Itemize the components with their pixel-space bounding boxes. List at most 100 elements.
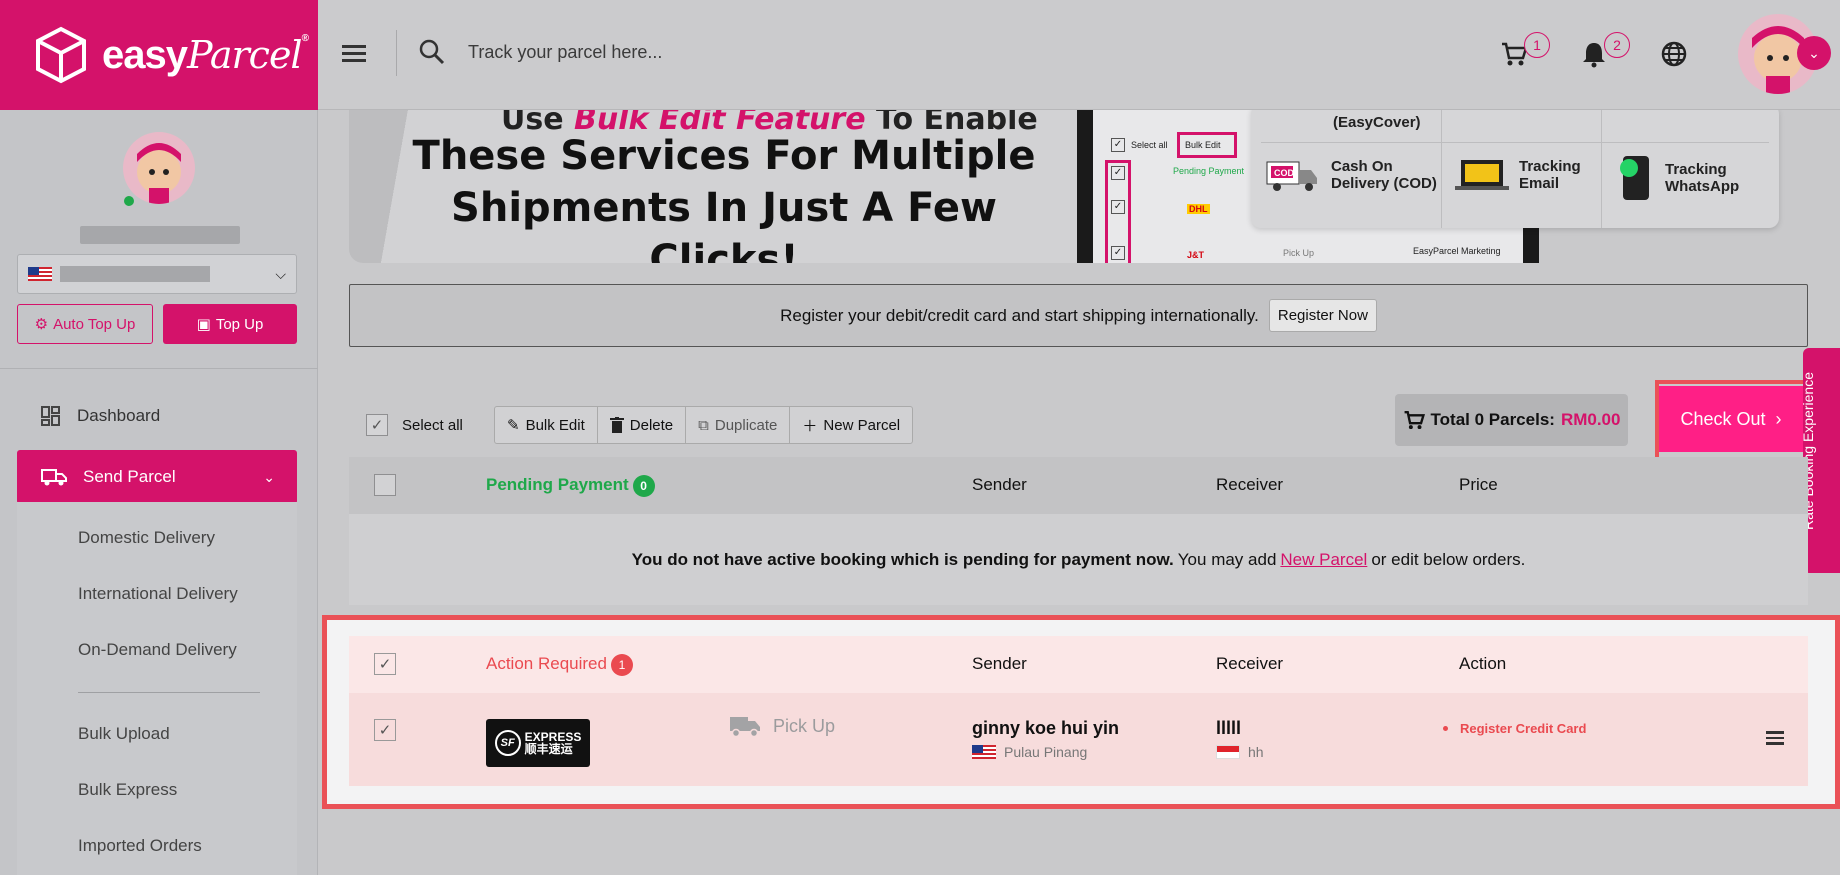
row-menu-icon[interactable] bbox=[1766, 731, 1784, 745]
copy-icon: ⧉ bbox=[698, 416, 709, 434]
mock-select-all: Select all bbox=[1131, 140, 1168, 150]
check-out-button[interactable]: Check Out › bbox=[1659, 386, 1803, 452]
logo-wordmark: easyParcel® bbox=[102, 32, 309, 77]
select-all-label: Select all bbox=[402, 416, 463, 434]
service-tracking-whatsapp: Tracking WhatsApp bbox=[1615, 154, 1739, 202]
services-divider bbox=[1441, 110, 1442, 228]
col-receiver: Receiver bbox=[1216, 475, 1284, 494]
online-status-dot bbox=[122, 194, 136, 208]
services-divider bbox=[1261, 142, 1769, 143]
mock-dhl-logo: DHL bbox=[1187, 204, 1210, 214]
top-header: 1 2 ⌄ bbox=[318, 0, 1840, 110]
notifications-button[interactable]: 2 bbox=[1578, 32, 1630, 70]
bulk-edit-button[interactable]: ✎ Bulk Edit bbox=[495, 407, 598, 443]
header-divider bbox=[396, 30, 397, 76]
hamburger-menu-icon[interactable] bbox=[342, 38, 372, 68]
chevron-down-icon: ⌵ bbox=[275, 265, 286, 282]
sidebar-subitem-domestic-delivery[interactable]: Domestic Delivery bbox=[78, 528, 215, 548]
sidebar-subitem-on-demand-delivery[interactable]: On-Demand Delivery bbox=[78, 640, 237, 660]
notice-text: Register your debit/credit card and star… bbox=[780, 305, 1259, 325]
sidebar-subitem-bulk-upload[interactable]: Bulk Upload bbox=[78, 724, 170, 744]
register-credit-card-link[interactable]: Register Credit Card bbox=[1443, 721, 1586, 736]
cart-button[interactable]: 1 bbox=[1498, 32, 1550, 70]
sidebar-subitem-bulk-express[interactable]: Bulk Express bbox=[78, 780, 177, 800]
send-parcel-submenu bbox=[17, 502, 297, 875]
pending-payment-empty-state: You do not have active booking which is … bbox=[349, 514, 1808, 605]
delete-button[interactable]: Delete bbox=[598, 407, 687, 443]
total-amount: RM0.00 bbox=[1560, 410, 1621, 429]
cod-truck-icon: COD bbox=[1266, 161, 1317, 191]
bulk-toolbar: ✓ Select all bbox=[366, 405, 463, 445]
laptop-email-icon bbox=[1455, 160, 1509, 190]
chevron-right-icon: › bbox=[1775, 408, 1782, 429]
search-icon[interactable] bbox=[418, 38, 446, 66]
malaysia-flag-icon bbox=[972, 745, 996, 759]
mock-checkbox: ✓ bbox=[1111, 166, 1125, 180]
box-logo-icon bbox=[36, 26, 86, 84]
new-parcel-button[interactable]: ＋ New Parcel bbox=[790, 407, 912, 443]
col-sender: Sender bbox=[972, 654, 1027, 673]
dashboard-icon bbox=[41, 406, 60, 426]
new-parcel-link[interactable]: New Parcel bbox=[1280, 550, 1367, 570]
sf-badge: SF bbox=[494, 730, 521, 756]
bulk-action-group: ✎ Bulk Edit Delete ⧉ Duplicate ＋ New Parcel bbox=[494, 406, 914, 444]
gear-icon: ⚙ bbox=[34, 316, 49, 333]
mascot-avatar-icon bbox=[137, 143, 181, 204]
empty-state-text: or edit below orders. bbox=[1371, 549, 1526, 569]
service-easycover: (EasyCover) bbox=[1333, 114, 1421, 131]
services-divider bbox=[1601, 110, 1602, 228]
account-value-masked bbox=[60, 266, 210, 282]
sidebar-item-label: Send Parcel bbox=[83, 467, 176, 486]
sender-location: Pulau Pinang bbox=[972, 744, 1087, 760]
mock-checkbox: ✓ bbox=[1111, 246, 1125, 260]
track-parcel-search-input[interactable] bbox=[468, 34, 1068, 70]
brand-logo[interactable]: easyParcel® bbox=[0, 0, 318, 110]
action-required-header: ✓ Action Required 1 Sender Receiver Actio… bbox=[349, 636, 1808, 693]
top-up-button[interactable]: ▣ Top Up bbox=[163, 304, 297, 344]
sidebar-item-dashboard[interactable]: Dashboard bbox=[17, 389, 297, 443]
action-required-title: Action Required 1 bbox=[486, 654, 633, 676]
services-card: (EasyCover) COD Cash On Delivery (COD) Tr… bbox=[1251, 110, 1779, 228]
pencil-icon: ✎ bbox=[507, 417, 520, 434]
mock-jt-logo: J&T bbox=[1187, 250, 1205, 260]
promo-banner[interactable]: Use Bulk Edit Feature To Enable These Se… bbox=[349, 110, 1808, 263]
sidebar-divider bbox=[0, 368, 318, 369]
cart-count-badge: 1 bbox=[1524, 32, 1550, 58]
auto-top-up-button[interactable]: ⚙ Auto Top Up bbox=[17, 304, 153, 344]
submenu-divider bbox=[78, 692, 260, 693]
empty-state-bold: You do not have active booking which is … bbox=[631, 549, 1174, 569]
profile-name-masked bbox=[80, 226, 240, 244]
chevron-down-icon: ⌄ bbox=[263, 468, 275, 485]
pending-select-all-checkbox[interactable] bbox=[374, 474, 396, 496]
mock-pending-payment: Pending Payment bbox=[1173, 166, 1245, 176]
pending-payment-header: Pending Payment 0 Sender Receiver Price bbox=[349, 457, 1808, 514]
duplicate-button[interactable]: ⧉ Duplicate bbox=[686, 407, 791, 443]
mock-checkbox: ✓ bbox=[1111, 138, 1125, 152]
language-button[interactable] bbox=[1658, 38, 1690, 70]
select-all-checkbox[interactable]: ✓ bbox=[366, 414, 388, 436]
sf-express-logo: SF EXPRESS 顺丰速运 bbox=[486, 719, 590, 767]
service-cod: COD Cash On Delivery (COD) bbox=[1265, 158, 1437, 192]
col-price: Price bbox=[1459, 475, 1498, 494]
col-sender: Sender bbox=[972, 475, 1027, 494]
register-now-button[interactable]: Register Now bbox=[1268, 299, 1377, 332]
empty-state-text: You may add bbox=[1177, 549, 1277, 569]
sidebar-subitem-international-delivery[interactable]: International Delivery bbox=[78, 584, 238, 604]
service-tracking-email: Tracking Email bbox=[1455, 158, 1581, 192]
svg-text:COD: COD bbox=[1274, 168, 1295, 178]
profile-avatar[interactable] bbox=[123, 132, 195, 204]
malaysia-flag-icon bbox=[28, 267, 52, 281]
action-count-badge: 1 bbox=[610, 654, 633, 676]
singapore-flag-icon bbox=[1216, 745, 1240, 759]
auto-top-up-label: Auto Top Up bbox=[53, 315, 136, 333]
row-checkbox[interactable]: ✓ bbox=[374, 719, 396, 741]
notification-count-badge: 2 bbox=[1604, 32, 1630, 58]
action-select-all-checkbox[interactable]: ✓ bbox=[374, 653, 396, 675]
user-menu-chevron-icon[interactable]: ⌄ bbox=[1797, 36, 1831, 70]
sidebar-subitem-imported-orders[interactable]: Imported Orders bbox=[78, 836, 202, 856]
whatsapp-phone-icon bbox=[1620, 156, 1649, 200]
account-select[interactable]: ⌵ bbox=[17, 254, 297, 294]
sidebar-item-send-parcel[interactable]: Send Parcel ⌄ bbox=[17, 450, 297, 504]
truck-icon bbox=[730, 717, 760, 738]
total-label: Total 0 Parcels: bbox=[1430, 410, 1555, 429]
